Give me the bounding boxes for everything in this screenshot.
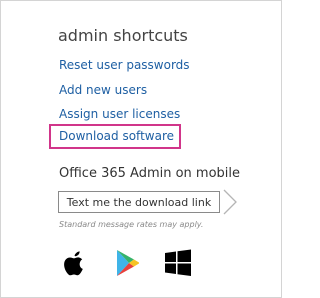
- windows-icon[interactable]: [163, 247, 193, 279]
- chevron-right-icon[interactable]: [222, 188, 238, 216]
- mobile-section-title: Office 365 Admin on mobile: [59, 166, 241, 181]
- message-rates-disclaimer: Standard message rates may apply.: [59, 220, 204, 229]
- download-software-link[interactable]: Download software: [59, 129, 174, 143]
- section-title: admin shortcuts: [58, 26, 188, 45]
- reset-user-passwords-link[interactable]: Reset user passwords: [59, 58, 190, 72]
- add-new-users-link[interactable]: Add new users: [59, 83, 147, 97]
- text-download-link-label: Text me the download link: [66, 195, 212, 209]
- admin-shortcuts-panel: admin shortcuts Reset user passwords Add…: [0, 0, 282, 298]
- google-play-icon[interactable]: [112, 247, 142, 279]
- assign-user-licenses-link[interactable]: Assign user licenses: [59, 107, 180, 121]
- apple-icon[interactable]: [59, 247, 89, 279]
- text-download-link-button[interactable]: Text me the download link: [58, 191, 220, 213]
